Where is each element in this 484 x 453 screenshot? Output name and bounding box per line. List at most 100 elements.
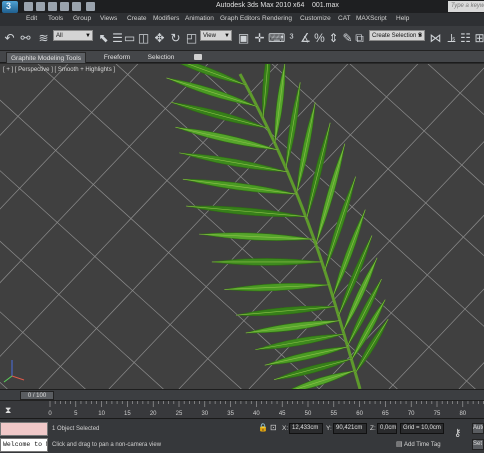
named-selection-set-value: Create Selection S xyxy=(372,33,423,39)
file-name: 001.max xyxy=(312,2,339,9)
selection-lock-icon[interactable]: 🔒 xyxy=(258,423,268,433)
select-and-manipulate-icon[interactable]: ✛ xyxy=(252,31,267,46)
track-bar-ticks: 0510152025303540455055606570758085 xyxy=(48,401,484,417)
bind-to-space-warp-icon[interactable]: ≋ xyxy=(36,31,51,46)
window-title: Autodesk 3ds Max 2010 x64 xyxy=(216,2,305,9)
viewport-label[interactable]: [ + ] [ Perspective ] [ Smooth + Highlig… xyxy=(3,67,115,73)
chevron-down-icon: ▼ xyxy=(417,33,423,39)
track-bar-tick-label: 65 xyxy=(382,411,389,417)
tab-graphite-modeling-tools[interactable]: Graphite Modeling Tools xyxy=(6,52,86,63)
menu-graph-editors[interactable]: Graph Editors xyxy=(220,15,260,22)
prompt-line: Click and drag to pan a non-camera view xyxy=(52,442,162,448)
select-and-move-icon[interactable]: ✥ xyxy=(152,31,167,46)
curve-editor-icon[interactable]: ⊞ xyxy=(472,31,484,46)
keyboard-shortcut-override-icon[interactable]: ⌨ xyxy=(268,31,285,46)
named-selection-icon[interactable]: ⧉ xyxy=(352,31,367,46)
align-icon[interactable]: ⫡ xyxy=(444,31,459,46)
project-folder-icon[interactable] xyxy=(86,2,95,11)
app-logo-icon[interactable] xyxy=(2,1,18,13)
track-bar-tick-label: 60 xyxy=(356,411,363,417)
maxscript-mini-listener-output[interactable]: Welcome to M xyxy=(0,438,48,452)
mini-curve-editor-icon[interactable]: ⧗ xyxy=(5,405,15,415)
status-bar: Welcome to M 1 Object Selected Click and… xyxy=(0,418,484,453)
key-icon[interactable]: ⚷ xyxy=(454,429,468,439)
time-slider-thumb[interactable]: 0 / 100 xyxy=(20,391,54,400)
track-bar-tick-label: 0 xyxy=(48,411,52,417)
track-bar-tick-label: 50 xyxy=(305,411,312,417)
menu-rendering[interactable]: Rendering xyxy=(262,15,292,22)
viewport-canvas xyxy=(0,64,484,389)
select-object-icon[interactable]: ⬉ xyxy=(96,31,111,46)
track-bar-tick-label: 55 xyxy=(330,411,337,417)
select-and-scale-icon[interactable]: ◰ xyxy=(184,31,199,46)
window-crossing-icon[interactable]: ◫ xyxy=(136,31,151,46)
track-bar-tick-label: 15 xyxy=(124,411,131,417)
tab-freeform[interactable]: Freeform xyxy=(100,52,134,63)
undo-icon[interactable]: ↶ xyxy=(2,31,17,46)
menu-create[interactable]: Create xyxy=(127,15,147,22)
tab-selection[interactable]: Selection xyxy=(146,52,176,63)
track-bar-tick-label: 30 xyxy=(201,411,208,417)
reference-coordinate-dropdown[interactable]: View ▼ xyxy=(200,30,232,41)
y-coordinate-field[interactable]: 90,421cm xyxy=(333,423,367,434)
new-file-icon[interactable] xyxy=(24,2,33,11)
menu-bar: Edit Tools Group Views Create Modifiers … xyxy=(0,13,484,26)
track-bar-tick-label: 35 xyxy=(227,411,234,417)
track-bar-tick-label: 40 xyxy=(253,411,260,417)
mirror-icon[interactable]: ⋈ xyxy=(428,31,443,46)
menu-animation[interactable]: Animation xyxy=(185,15,214,22)
menu-maxscript[interactable]: MAXScript xyxy=(356,15,387,22)
percent-snap-icon[interactable]: % xyxy=(312,31,327,46)
selection-filter-dropdown[interactable]: All ▼ xyxy=(53,30,93,41)
track-bar-tick-label: 75 xyxy=(434,411,441,417)
absolute-mode-icon[interactable]: ⊡ xyxy=(270,423,279,433)
title-bar: Autodesk 3ds Max 2010 x64 001.max Type a… xyxy=(0,0,484,13)
ribbon-tabs: Graphite Modeling Tools Freeform Selecti… xyxy=(0,51,484,63)
pivot-point-center-icon[interactable]: ▣ xyxy=(236,31,251,46)
named-selection-set-dropdown[interactable]: Create Selection S ▼ xyxy=(369,30,425,41)
menu-cat[interactable]: CAT xyxy=(338,15,351,22)
redo-icon[interactable] xyxy=(72,2,81,11)
undo-icon[interactable] xyxy=(60,2,69,11)
menu-help[interactable]: Help xyxy=(396,15,409,22)
selection-filter-value: All xyxy=(56,33,63,39)
menu-tools[interactable]: Tools xyxy=(48,15,63,22)
chevron-down-icon: ▼ xyxy=(224,33,230,39)
z-coordinate-field[interactable]: 0,0cm xyxy=(377,423,397,434)
y-label: Y: xyxy=(326,425,332,432)
time-tag-icon[interactable]: ▤ xyxy=(396,440,404,449)
select-and-link-icon[interactable]: ⚯ xyxy=(18,31,33,46)
menu-modifiers[interactable]: Modifiers xyxy=(153,15,179,22)
z-label: Z: xyxy=(370,425,376,432)
spinner-snap-icon[interactable]: ⇕ xyxy=(326,31,341,46)
layer-manager-icon[interactable]: ☷ xyxy=(458,31,473,46)
track-bar-tick-label: 20 xyxy=(150,411,157,417)
save-file-icon[interactable] xyxy=(48,2,57,11)
track-bar[interactable]: ⧗ 0510152025303540455055606570758085 xyxy=(0,400,484,418)
menu-customize[interactable]: Customize xyxy=(300,15,331,22)
menu-views[interactable]: Views xyxy=(100,15,117,22)
perspective-viewport[interactable]: [ + ] [ Perspective ] [ Smooth + Highlig… xyxy=(0,64,484,389)
angle-snap-icon[interactable]: ∡ xyxy=(298,31,313,46)
set-key-button[interactable]: Set K xyxy=(472,439,484,450)
help-search-input[interactable]: Type a keyword xyxy=(448,1,484,12)
time-slider[interactable]: 0 / 100 xyxy=(0,389,484,400)
x-label: X: xyxy=(282,425,289,432)
maxscript-mini-listener-input[interactable] xyxy=(0,422,48,436)
add-time-tag-button[interactable]: Add Time Tag xyxy=(404,440,441,450)
rectangular-selection-icon[interactable]: ▭ xyxy=(122,31,137,46)
main-toolbar: ↶ ⚯ ≋ All ▼ ⬉ ☰ ▭ ◫ ✥ ↻ ◰ View ▼ ▣ ✛ ⌨ ³ ∡… xyxy=(0,26,484,51)
track-bar-tick-label: 80 xyxy=(459,411,466,417)
menu-edit[interactable]: Edit xyxy=(26,15,37,22)
grid-size-display: Grid = 10,0cm xyxy=(400,423,444,434)
reference-coordinate-value: View xyxy=(203,33,216,39)
snaps-toggle-icon[interactable]: ³ xyxy=(284,31,299,46)
auto-key-button[interactable]: Auto xyxy=(472,423,484,434)
x-coordinate-field[interactable]: 12,433cm xyxy=(289,423,323,434)
ribbon-minimize-icon[interactable] xyxy=(194,54,202,60)
chevron-down-icon: ▼ xyxy=(85,33,91,39)
select-and-rotate-icon[interactable]: ↻ xyxy=(168,31,183,46)
open-file-icon[interactable] xyxy=(36,2,45,11)
menu-group[interactable]: Group xyxy=(73,15,91,22)
track-bar-tick-label: 25 xyxy=(176,411,183,417)
